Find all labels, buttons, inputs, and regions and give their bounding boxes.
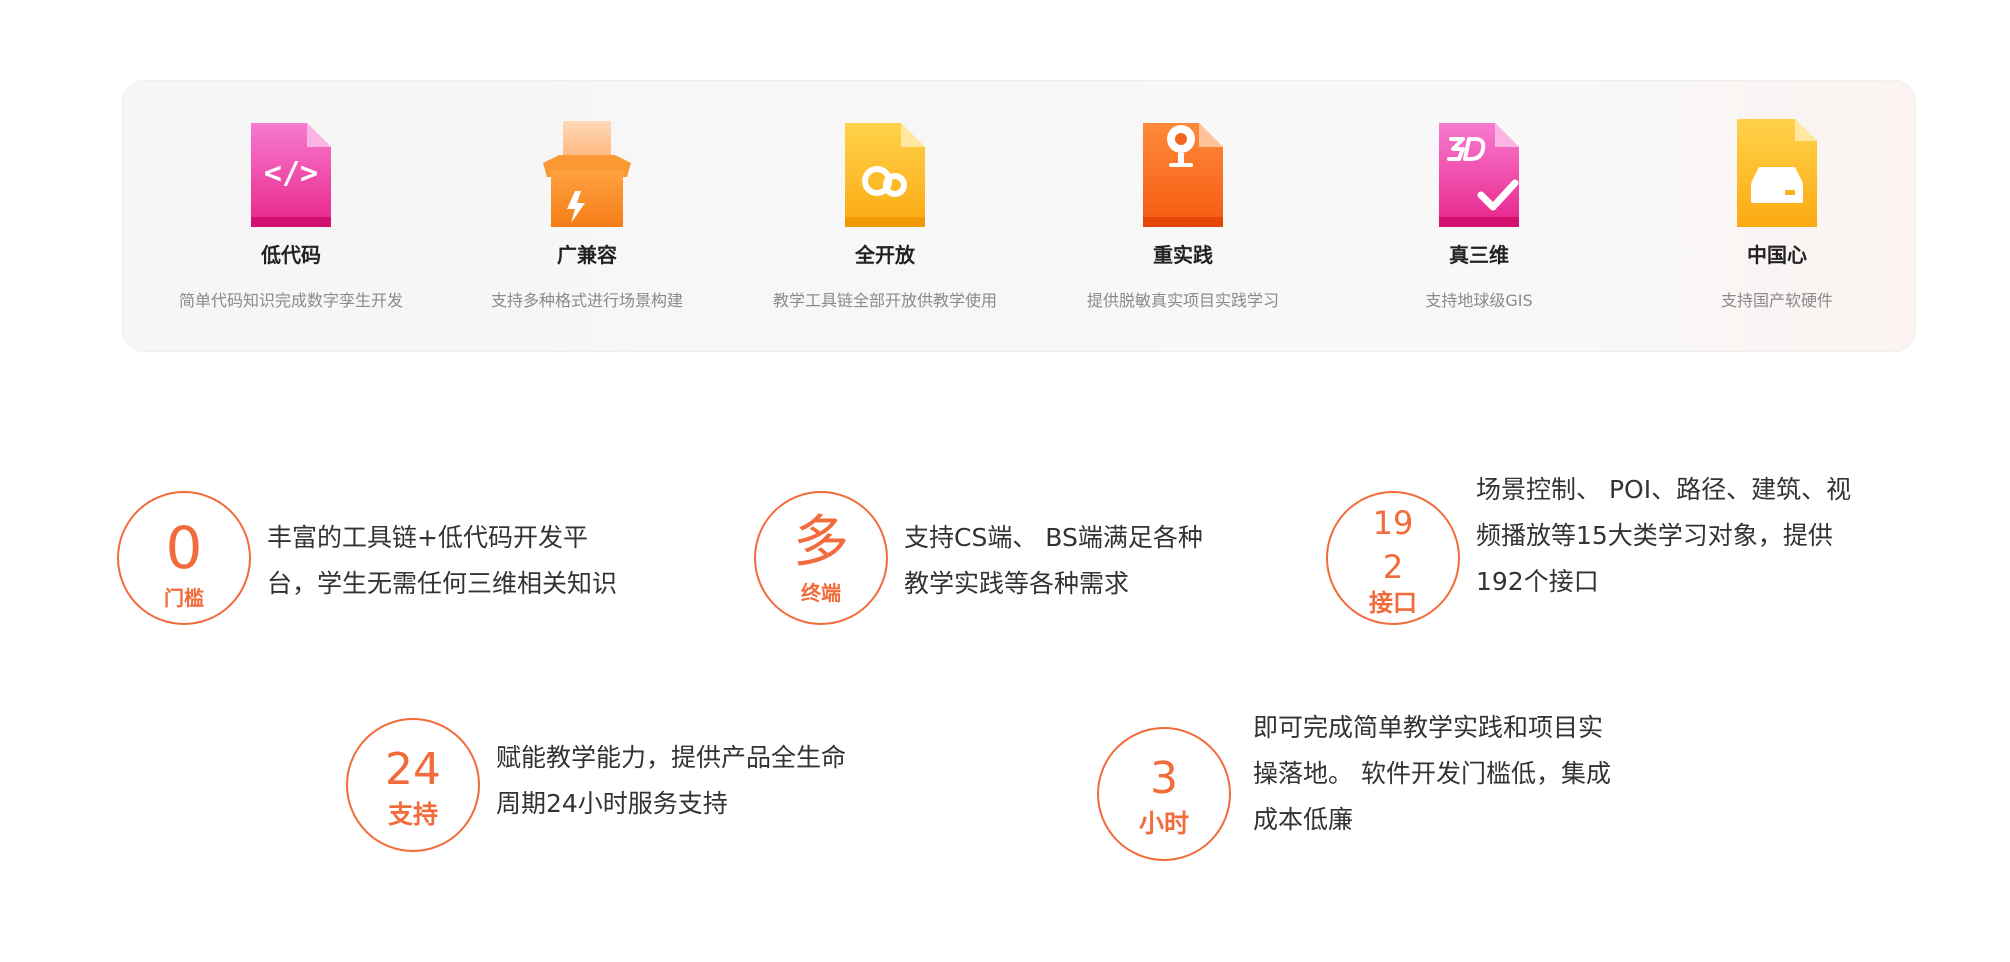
feature-true-3d: 真三维 支持地球级GIS bbox=[1329, 81, 1629, 353]
feature-title: 真三维 bbox=[1449, 243, 1509, 267]
stat-description: 场景控制、 POI、路径、建筑、视 频播放等15大类学习对象，提供 192个接口 bbox=[1476, 475, 1852, 596]
svg-text:</>: </> bbox=[264, 156, 318, 191]
stat-unit: 小时 bbox=[1138, 809, 1189, 838]
feature-low-code: </> 低代码 简单代码知识完成数字孪生开发 bbox=[141, 81, 441, 353]
feature-desc: 支持地球级GIS bbox=[1425, 291, 1533, 310]
feature-title: 中国心 bbox=[1747, 243, 1807, 267]
stat-192-interfaces: 19 2 接口 场景控制、 POI、路径、建筑、视 频播放等15大类学习对象，提… bbox=[1326, 475, 1926, 641]
stat-number: 19 bbox=[1372, 504, 1414, 542]
stat-number: 多 bbox=[793, 510, 849, 575]
feature-title: 广兼容 bbox=[557, 243, 617, 267]
stat-description: 支持CS端、 BS端满足各种 教学实践等各种需求 bbox=[904, 523, 1203, 598]
stat-zero-threshold: 0 门槛 丰富的工具链+低代码开发平 台，学生无需任何三维相关知识 bbox=[117, 491, 677, 625]
stat-description: 赋能教学能力，提供产品全生命 周期24小时服务支持 bbox=[496, 743, 847, 818]
stat-badge: 多 终端 bbox=[754, 491, 888, 625]
3d-check-file-icon bbox=[1431, 119, 1527, 231]
stat-number: 2 bbox=[1382, 548, 1404, 586]
stat-description: 丰富的工具链+低代码开发平 台，学生无需任何三维相关知识 bbox=[267, 523, 618, 598]
stat-unit: 门槛 bbox=[164, 586, 204, 610]
feature-domestic: 中国心 支持国产软硬件 bbox=[1627, 81, 1927, 353]
feature-title: 重实践 bbox=[1153, 243, 1213, 267]
stat-24h-support: 24 支持 赋能教学能力，提供产品全生命 周期24小时服务支持 bbox=[346, 718, 906, 852]
stat-unit: 支持 bbox=[387, 800, 438, 829]
page: </> 低代码 简单代码知识完成数字孪生开发 广兼容 支持多种格式进行场景构建 … bbox=[0, 0, 2010, 962]
stat-badge: 3 小时 bbox=[1097, 727, 1231, 861]
stat-number: 3 bbox=[1150, 753, 1178, 804]
practice-location-file-icon bbox=[1135, 119, 1231, 231]
stat-badge: 24 支持 bbox=[346, 718, 480, 852]
stat-number: 24 bbox=[385, 744, 441, 795]
hardware-drive-icon bbox=[1729, 119, 1825, 231]
feature-practice: 重实践 提供脱敏真实项目实践学习 bbox=[1033, 81, 1333, 353]
feature-title: 低代码 bbox=[261, 243, 321, 267]
code-file-icon: </> bbox=[243, 119, 339, 231]
feature-desc: 支持国产软硬件 bbox=[1720, 291, 1833, 310]
feature-desc: 提供脱敏真实项目实践学习 bbox=[1086, 291, 1279, 310]
compatibility-box-icon bbox=[539, 119, 635, 231]
feature-title: 全开放 bbox=[855, 243, 915, 267]
feature-compatibility: 广兼容 支持多种格式进行场景构建 bbox=[437, 81, 737, 353]
stat-description: 即可完成简单教学实践和项目实 操落地。 软件开发门槛低，集成 成本低廉 bbox=[1253, 713, 1611, 834]
feature-desc: 支持多种格式进行场景构建 bbox=[490, 291, 683, 310]
stat-unit: 接口 bbox=[1369, 589, 1417, 617]
stat-badge: 19 2 接口 bbox=[1326, 491, 1460, 625]
stat-number: 0 bbox=[165, 514, 203, 582]
stat-3-hours: 3 小时 即可完成简单教学实践和项目实 操落地。 软件开发门槛低，集成 成本低廉 bbox=[1097, 713, 1657, 877]
stat-badge: 0 门槛 bbox=[117, 491, 251, 625]
stat-multi-terminal: 多 终端 支持CS端、 BS端满足各种 教学实践等各种需求 bbox=[754, 491, 1274, 625]
feature-card: </> 低代码 简单代码知识完成数字孪生开发 广兼容 支持多种格式进行场景构建 … bbox=[122, 80, 1916, 352]
feature-desc: 教学工具链全部开放供教学使用 bbox=[772, 291, 997, 310]
feature-desc: 简单代码知识完成数字孪生开发 bbox=[178, 291, 403, 310]
stat-unit: 终端 bbox=[801, 581, 841, 605]
open-link-file-icon bbox=[837, 119, 933, 231]
feature-fully-open: 全开放 教学工具链全部开放供教学使用 bbox=[735, 81, 1035, 353]
